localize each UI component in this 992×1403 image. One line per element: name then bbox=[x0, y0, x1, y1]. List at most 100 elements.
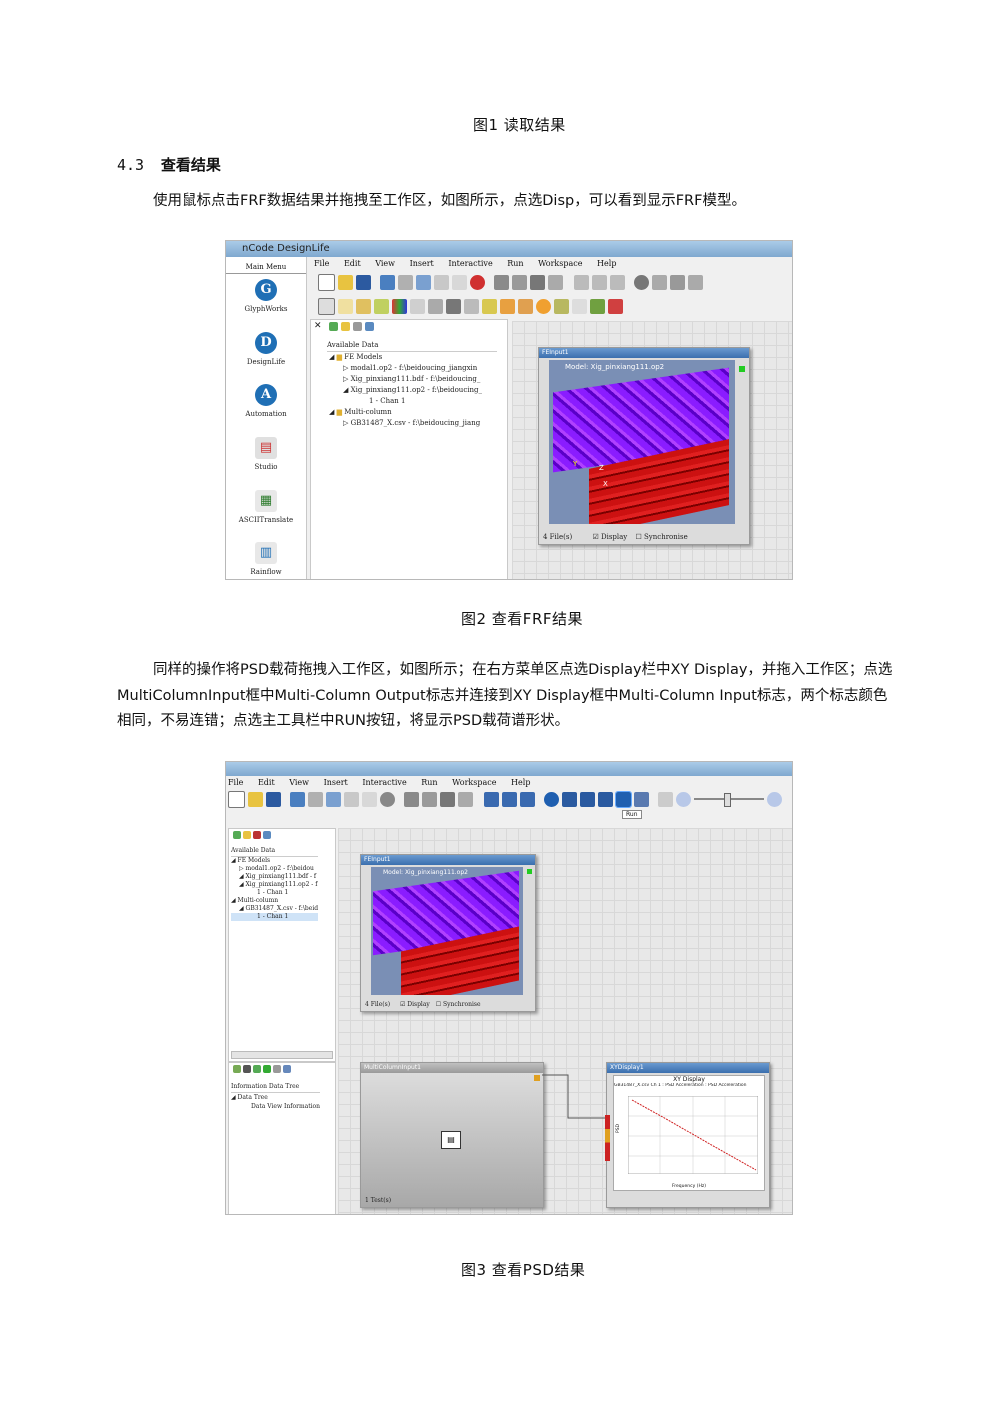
delete-icon[interactable] bbox=[380, 791, 395, 807]
list-icon[interactable] bbox=[273, 1065, 281, 1073]
menu-interactive[interactable]: Interactive bbox=[448, 259, 492, 268]
undo-icon[interactable] bbox=[290, 791, 305, 807]
open-icon[interactable] bbox=[338, 274, 353, 290]
zoom-out-icon[interactable] bbox=[676, 791, 691, 807]
run-icon[interactable] bbox=[634, 274, 649, 290]
stop-icon[interactable] bbox=[580, 791, 595, 807]
redo-icon[interactable] bbox=[398, 274, 413, 290]
tree-item[interactable]: ▷ Xig_pinxiang111.bdf - f:\beidoucing_ bbox=[329, 374, 482, 385]
sidebar-item-studio[interactable]: ▤ Studio bbox=[226, 437, 306, 471]
redo-icon[interactable] bbox=[308, 791, 323, 807]
tree-item[interactable]: 1 - Chan 1 bbox=[231, 889, 318, 897]
zoom-in-icon[interactable] bbox=[767, 791, 782, 807]
chart-icon[interactable] bbox=[446, 298, 461, 314]
zoom-fit-icon[interactable] bbox=[658, 791, 673, 807]
tree-item[interactable]: ◢ Xig_pinxiang111.op2 - f:\beidoucing_ bbox=[329, 385, 482, 396]
refresh-icon[interactable] bbox=[329, 322, 338, 331]
tree-item[interactable]: ◢ GB31487_X.csv - f:\beid bbox=[231, 905, 318, 913]
play-icon[interactable] bbox=[615, 790, 632, 808]
run-icon[interactable] bbox=[544, 791, 559, 807]
sidebar-item-glyphworks[interactable]: G GlyphWorks bbox=[226, 279, 306, 313]
export-icon[interactable] bbox=[283, 1065, 291, 1073]
axis-icon-2[interactable] bbox=[356, 298, 371, 314]
settings-icon[interactable] bbox=[530, 274, 545, 290]
synchronise-checkbox[interactable]: ☐ Synchronise bbox=[436, 1001, 481, 1008]
step-down-icon[interactable] bbox=[484, 791, 499, 807]
properties-icon[interactable] bbox=[253, 1065, 261, 1073]
pointer-icon[interactable] bbox=[572, 298, 587, 314]
tree-item[interactable]: ◢ Xig_pinxiang111.op2 - f bbox=[231, 881, 318, 889]
output-pin[interactable] bbox=[739, 366, 745, 372]
tree-item[interactable]: ▷ GB31487_X.csv - f:\beidoucing_jiang bbox=[329, 418, 482, 429]
fe-input-glyph[interactable]: FEInput1 Model: Xig_pinxiang111.op2 Y Z … bbox=[538, 347, 750, 545]
stop-icon[interactable] bbox=[670, 274, 685, 290]
pause-icon[interactable] bbox=[634, 791, 649, 807]
menu-workspace[interactable]: Workspace bbox=[452, 778, 496, 787]
folder-icon[interactable] bbox=[341, 322, 350, 331]
new-icon[interactable] bbox=[228, 790, 245, 808]
multicolumn-output-pin[interactable] bbox=[534, 1075, 540, 1081]
paste-icon[interactable] bbox=[362, 791, 377, 807]
menu-view[interactable]: View bbox=[289, 778, 309, 787]
grid-icon[interactable] bbox=[318, 297, 335, 315]
print-preview-icon[interactable] bbox=[512, 274, 527, 290]
tree-item[interactable]: ◢ Multi-column bbox=[231, 897, 318, 905]
right-arrow-icon[interactable] bbox=[518, 298, 533, 314]
xy-axis-icon[interactable] bbox=[590, 298, 605, 314]
zoom-slider-handle[interactable] bbox=[724, 793, 731, 807]
menu-view[interactable]: View bbox=[375, 259, 395, 268]
sidebar-item-rainflow[interactable]: ▥ Rainflow bbox=[226, 542, 306, 576]
fe-model-view[interactable]: Model: Xig_pinxiang111.op2 Y Z X bbox=[549, 360, 735, 524]
fe-model-view[interactable]: Model: Xig_pinxiang111.op2 bbox=[371, 867, 523, 995]
copy-icon[interactable] bbox=[434, 274, 449, 290]
display-checkbox[interactable]: ☑ Display bbox=[592, 533, 627, 541]
settings-icon[interactable] bbox=[440, 791, 455, 807]
tree-item[interactable]: ▷ modal1.op2 - f:\beidou bbox=[231, 865, 318, 873]
tree-item[interactable]: ◢ ▆ Multi-column bbox=[329, 407, 482, 418]
menu-run[interactable]: Run bbox=[507, 259, 523, 268]
panel-close-icon[interactable]: ✕ bbox=[314, 321, 322, 332]
print-icon[interactable] bbox=[494, 274, 509, 290]
tree-item[interactable]: ◢ ▆ FE Models bbox=[329, 352, 482, 363]
synchronise-checkbox[interactable]: ☐ Synchronise bbox=[636, 533, 688, 541]
menu-file[interactable]: File bbox=[228, 778, 243, 787]
note-icon[interactable] bbox=[482, 298, 497, 314]
menu-insert[interactable]: Insert bbox=[324, 778, 348, 787]
display-checkbox[interactable]: ☑ Display bbox=[400, 1001, 430, 1008]
fast-forward-icon[interactable] bbox=[520, 791, 535, 807]
fe-input-glyph[interactable]: FEInput1 Model: Xig_pinxiang111.op2 4 Fi… bbox=[360, 854, 536, 1012]
print-icon[interactable] bbox=[404, 791, 419, 807]
save-icon[interactable] bbox=[266, 791, 281, 807]
menu-help[interactable]: Help bbox=[511, 778, 530, 787]
star-icon[interactable] bbox=[536, 298, 551, 314]
step-icon[interactable] bbox=[502, 791, 517, 807]
horizontal-scrollbar[interactable] bbox=[231, 1051, 333, 1059]
tree-item-selected[interactable]: 1 - Chan 1 bbox=[231, 913, 319, 921]
refresh-icon[interactable] bbox=[233, 831, 241, 839]
menu-file[interactable]: File bbox=[314, 259, 329, 268]
layout-icon[interactable] bbox=[548, 274, 563, 290]
zoom-slider[interactable] bbox=[694, 793, 764, 807]
tree-item[interactable]: ◢ Data Tree bbox=[231, 1093, 320, 1102]
rewind-icon[interactable] bbox=[652, 274, 667, 290]
paste-icon[interactable] bbox=[452, 274, 467, 290]
workspace-canvas[interactable]: FEInput1 Model: Xig_pinxiang111.op2 Y Z … bbox=[512, 321, 792, 579]
step-icon[interactable] bbox=[592, 274, 607, 290]
left-arrow-icon[interactable] bbox=[500, 298, 515, 314]
chart-colour-icon[interactable] bbox=[392, 298, 407, 314]
rewind-icon[interactable] bbox=[562, 791, 577, 807]
sidebar-item-asciitranslate[interactable]: ▦ ASCIITranslate bbox=[226, 490, 306, 524]
table-icon[interactable] bbox=[253, 831, 261, 839]
workspace-canvas[interactable]: FEInput1 Model: Xig_pinxiang111.op2 4 Fi… bbox=[338, 828, 792, 1214]
zoom-icon[interactable] bbox=[410, 298, 425, 314]
fast-forward-icon[interactable] bbox=[610, 274, 625, 290]
node-icon[interactable] bbox=[428, 298, 443, 314]
copy-icon[interactable] bbox=[344, 791, 359, 807]
cut-icon[interactable] bbox=[416, 274, 431, 290]
view-icon[interactable] bbox=[365, 322, 374, 331]
print-preview-icon[interactable] bbox=[422, 791, 437, 807]
folder-icon[interactable] bbox=[243, 831, 251, 839]
connection-wire[interactable] bbox=[542, 1068, 610, 1136]
delete-icon[interactable] bbox=[470, 274, 485, 290]
axis-icon-3[interactable] bbox=[374, 298, 389, 314]
